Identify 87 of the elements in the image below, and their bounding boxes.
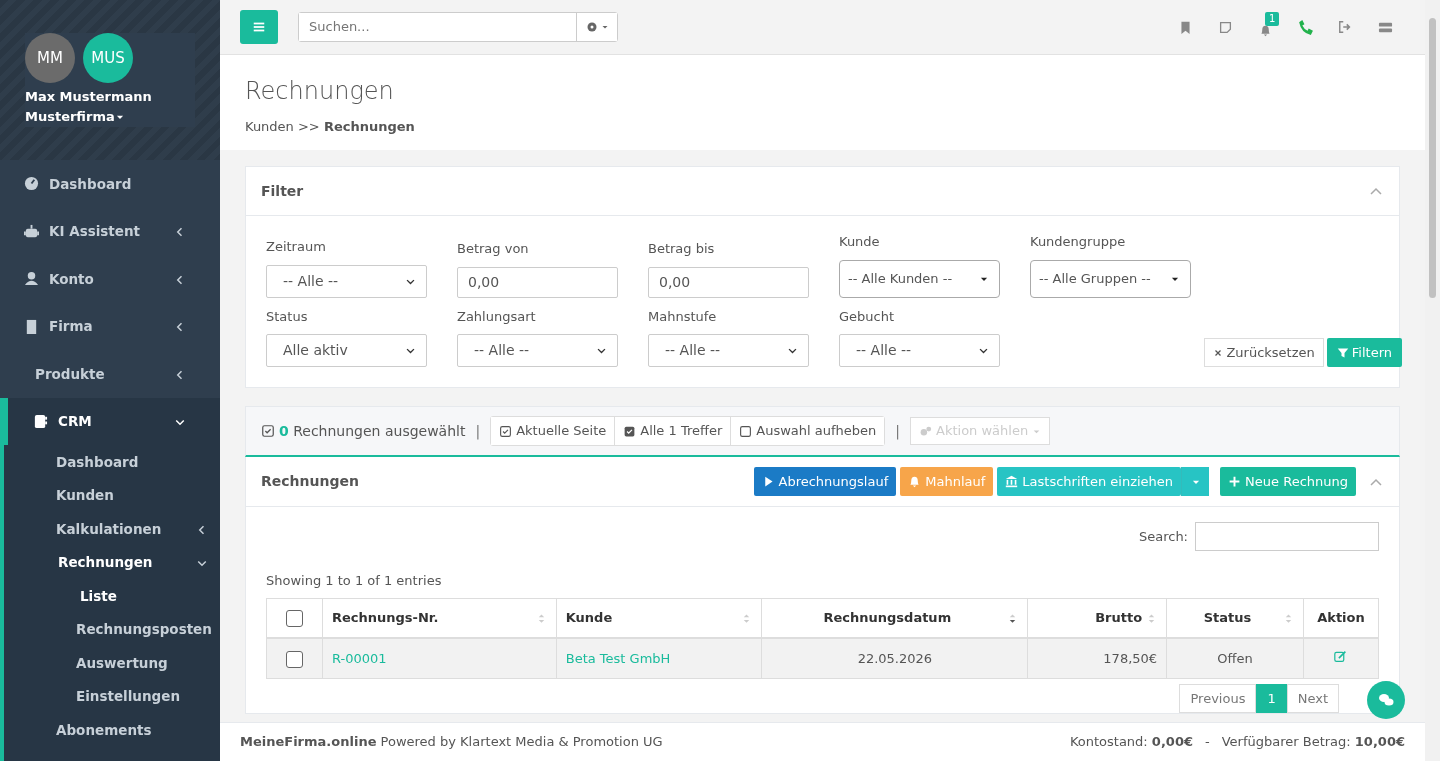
field-label: Betrag bis <box>648 240 716 258</box>
menu-icon <box>252 20 266 34</box>
menu-item[interactable]: Auswertung <box>4 646 220 680</box>
user-icon <box>24 271 39 287</box>
separator: - <box>1205 733 1210 752</box>
menu-item[interactable]: Abonements <box>4 713 220 747</box>
logout-icon <box>1338 20 1352 34</box>
checkbox-icon <box>261 424 275 438</box>
select-all-checkbox[interactable] <box>285 610 303 627</box>
page-button[interactable]: Next <box>1286 683 1339 713</box>
phone-icon <box>1296 18 1314 36</box>
user-name: Max Mustermann <box>25 88 153 106</box>
input-field[interactable]: 0,00 <box>648 266 809 298</box>
page-button[interactable]: Previous <box>1179 683 1257 713</box>
checkbox-icon <box>739 424 753 438</box>
menu-item[interactable]: Firma <box>0 302 220 350</box>
field-label: Betrag von <box>457 240 530 258</box>
field-label: Zeitraum <box>266 238 327 256</box>
separator: | <box>895 421 900 442</box>
select-field[interactable]: -- Alle -- <box>839 334 1000 367</box>
select-button[interactable]: Aktuelle Seite <box>491 417 616 445</box>
menu-item[interactable]: KI Assistent <box>0 207 220 255</box>
menu-item[interactable]: Rechnungen <box>0 545 220 579</box>
balance-text: Kontostand: 0,00€ <box>1069 733 1193 752</box>
checkbox-checked-icon <box>499 424 513 438</box>
field-label: Kundengruppe <box>1030 233 1127 251</box>
field-label: Status <box>266 307 309 326</box>
notification-count: 1 <box>1265 12 1280 26</box>
close-icon <box>1213 347 1224 358</box>
reset-button[interactable]: Zurücksetzen <box>1204 338 1324 367</box>
table-search-field[interactable] <box>1195 522 1379 551</box>
table-cell: Offen <box>1166 638 1304 678</box>
contact-card-icon <box>33 413 48 429</box>
footer-text: MeineFirma.online Powered by Klartext Media & Promotion UG <box>240 733 663 752</box>
settings-icon <box>585 21 598 33</box>
available-text: Verfügbarer Betrag: 10,00€ <box>1221 733 1405 752</box>
page-title: Rechnungen <box>245 77 395 106</box>
menu-item[interactable]: Liste <box>0 579 220 613</box>
combo-field[interactable]: -- Alle Gruppen -- <box>1030 259 1191 298</box>
bank-icon <box>1005 475 1019 488</box>
card-title: Filter <box>261 181 304 201</box>
menu-item[interactable]: Kalkulationen <box>4 512 220 546</box>
dropdown-toggle[interactable] <box>1181 467 1210 496</box>
menu-item[interactable]: Dashboard <box>0 160 220 208</box>
funnel-icon <box>1336 346 1349 359</box>
select-field[interactable]: -- Alle -- <box>457 334 618 367</box>
combo-field[interactable]: -- Alle Kunden -- <box>839 259 1000 298</box>
search-field[interactable]: Suchen... <box>298 12 618 42</box>
menu-item[interactable]: CRM <box>0 397 220 445</box>
plus-icon <box>1228 475 1242 488</box>
company-dropdown[interactable]: Musterfirma <box>25 107 195 127</box>
chat-icon <box>1378 692 1394 708</box>
table-cell: 178,50€ <box>1027 638 1167 678</box>
menu-item[interactable]: Produkte <box>0 350 220 398</box>
select-field[interactable]: -- Alle -- <box>266 264 427 298</box>
menu-item[interactable]: Einstellungen <box>4 679 220 713</box>
search-label: Search: <box>1138 527 1188 546</box>
bookmark-icon <box>1178 20 1192 34</box>
note-icon <box>1218 20 1232 34</box>
edit-icon <box>1334 649 1348 663</box>
row-checkbox[interactable] <box>285 650 303 668</box>
input-field[interactable]: 0,00 <box>457 266 618 298</box>
table-cell: 22.05.2026 <box>761 638 1028 678</box>
edit-button[interactable] <box>1334 649 1348 663</box>
billing-run-button[interactable]: Abrechnungslauf <box>753 467 897 496</box>
menu-item[interactable]: Kunden <box>4 478 220 512</box>
menu-button[interactable] <box>240 10 278 44</box>
menu-item[interactable]: Konto <box>0 255 220 303</box>
separator: | <box>475 421 481 442</box>
caret-icon <box>600 23 609 31</box>
checkbox-checked-icon <box>623 424 637 438</box>
card-title: Rechnungen <box>261 472 359 491</box>
field-label: Mahnstufe <box>648 307 718 326</box>
field-label: Gebucht <box>839 307 896 326</box>
menu-item[interactable]: Dashboard <box>4 445 220 479</box>
field-label: Zahlungsart <box>457 307 537 326</box>
selection-count: 0 Rechnungen ausgewählt <box>279 421 466 441</box>
gauge-icon <box>24 176 39 192</box>
breadcrumb: Kunden >> Rechnungen <box>245 117 416 136</box>
field-label: Kunde <box>839 233 881 251</box>
table-info: Showing 1 to 1 of 1 entries <box>266 572 442 590</box>
chat-button[interactable] <box>1367 681 1405 719</box>
avatar[interactable]: MM <box>25 33 75 83</box>
robot-icon <box>24 223 39 239</box>
menu-item[interactable]: Rechnungsposten <box>4 612 220 646</box>
select-field[interactable]: -- Alle -- <box>648 334 809 367</box>
select-field[interactable]: Alle aktiv <box>266 334 427 367</box>
